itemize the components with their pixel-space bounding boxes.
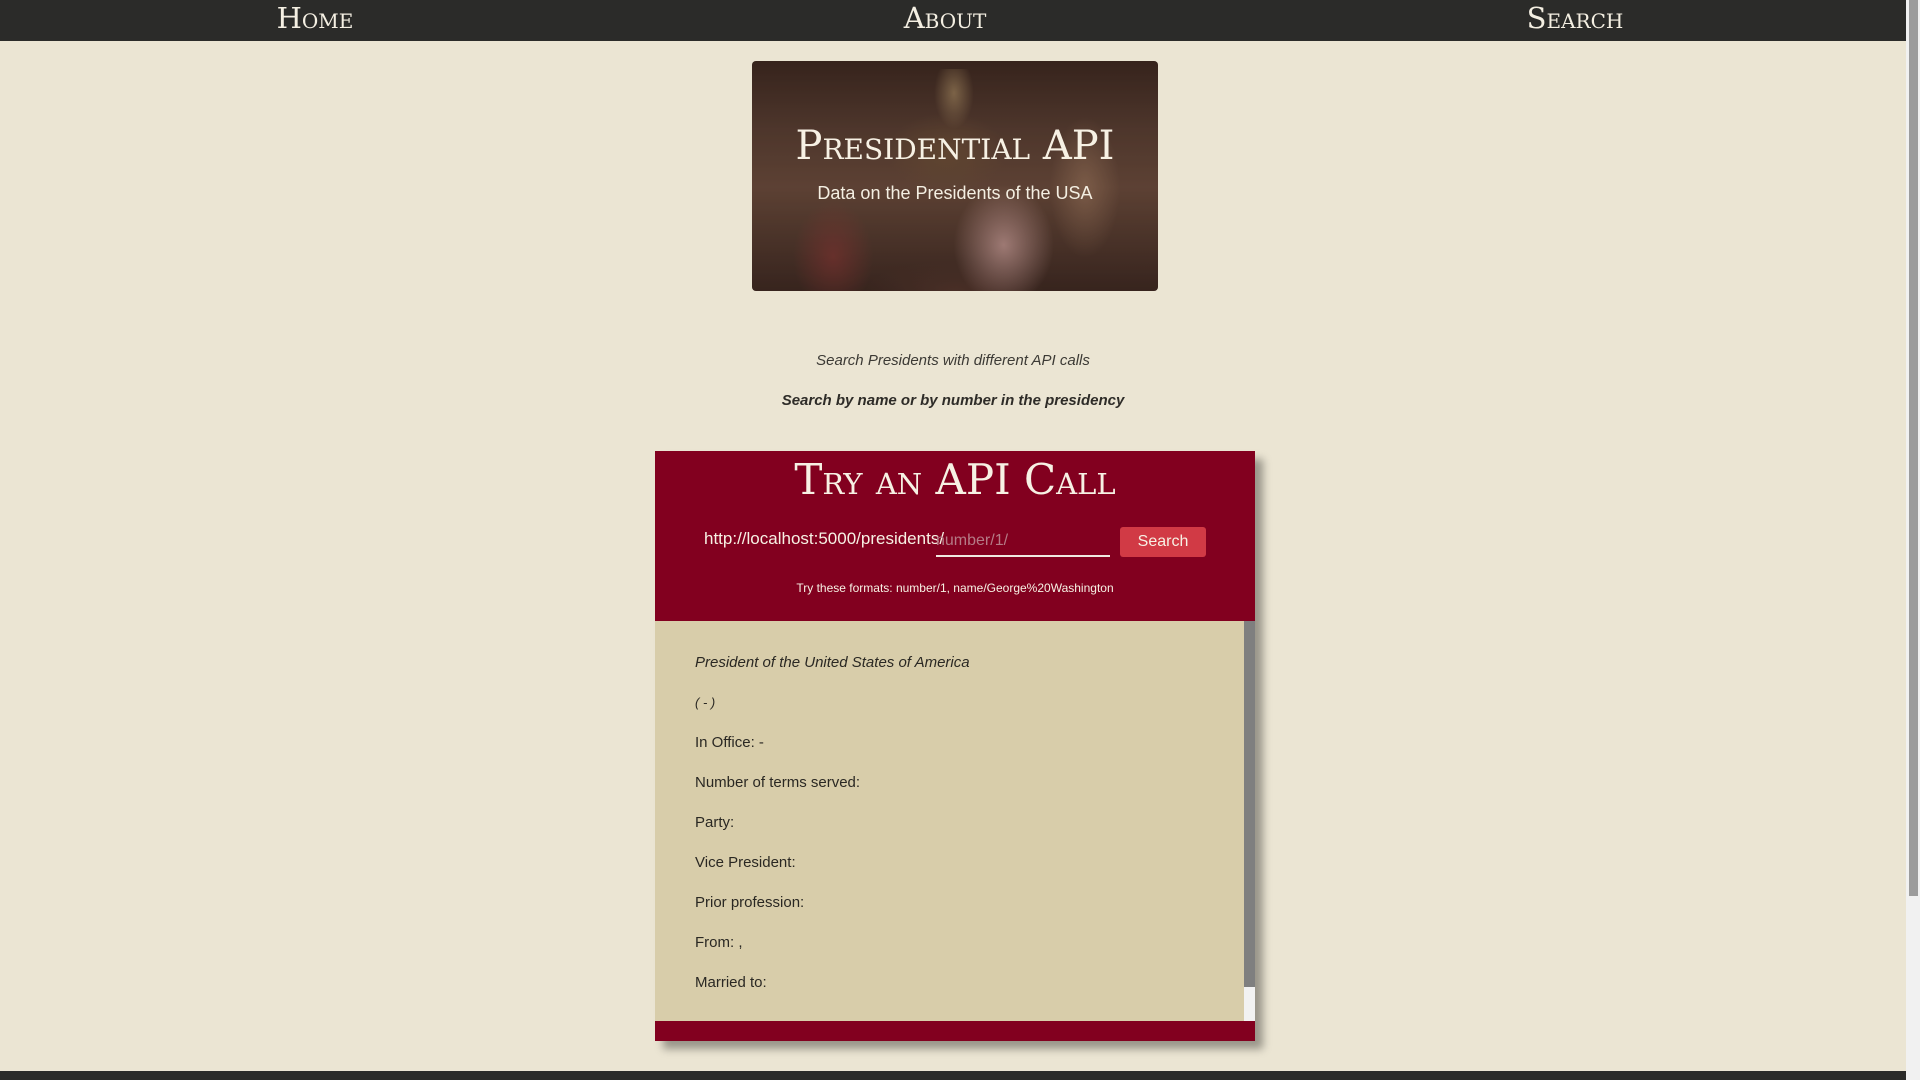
nav-home-link[interactable]: Home [277,0,354,37]
api-card-title: Try an API Call [794,455,1116,504]
api-url-prefix: http://localhost:5000/presidents/ [704,529,945,548]
result-from: From: , [695,934,743,951]
result-dates: ( - ) [695,695,716,710]
endpoint-input[interactable] [936,527,1110,557]
nav-about-link[interactable]: About [904,0,987,37]
intro-subtext: Search by name or by number in the presi… [781,392,1125,409]
result-title-line: President of the United States of Americ… [695,654,970,671]
api-card-footer [655,1021,1255,1041]
format-hint: Try these formats: number/1, name/George… [796,581,1114,595]
hero-subtitle: Data on the Presidents of the USA [817,183,1093,203]
top-navbar: Home About Search [0,0,1906,41]
page-scrollbar-thumb[interactable] [1909,0,1918,896]
result-scrollbar[interactable] [1244,621,1255,1021]
result-married-to: Married to: [695,974,767,991]
api-card-header: Try an API Call http://localhost:5000/pr… [655,451,1255,621]
hero-banner: Presidential API Data on the Presidents … [752,61,1158,291]
nav-search-link[interactable]: Search [1527,0,1624,37]
result-party: Party: [695,814,735,831]
result-scrollbar-thumb[interactable] [1244,621,1255,987]
result-prior-profession: Prior profession: [695,894,805,911]
hero-background-painting [934,69,974,129]
page-scrollbar[interactable] [1906,0,1920,1080]
result-vice-president: Vice President: [695,854,796,871]
result-in-office: In Office: - [695,734,764,751]
result-terms: Number of terms served: [695,774,861,791]
bottom-bar [0,1071,1906,1080]
search-button[interactable]: Search [1120,527,1206,557]
api-call-card: Try an API Call http://localhost:5000/pr… [655,451,1255,1041]
result-panel: President of the United States of Americ… [655,621,1255,1021]
hero-title: Presidential API [795,123,1115,169]
intro-text: Search Presidents with different API cal… [816,352,1090,369]
